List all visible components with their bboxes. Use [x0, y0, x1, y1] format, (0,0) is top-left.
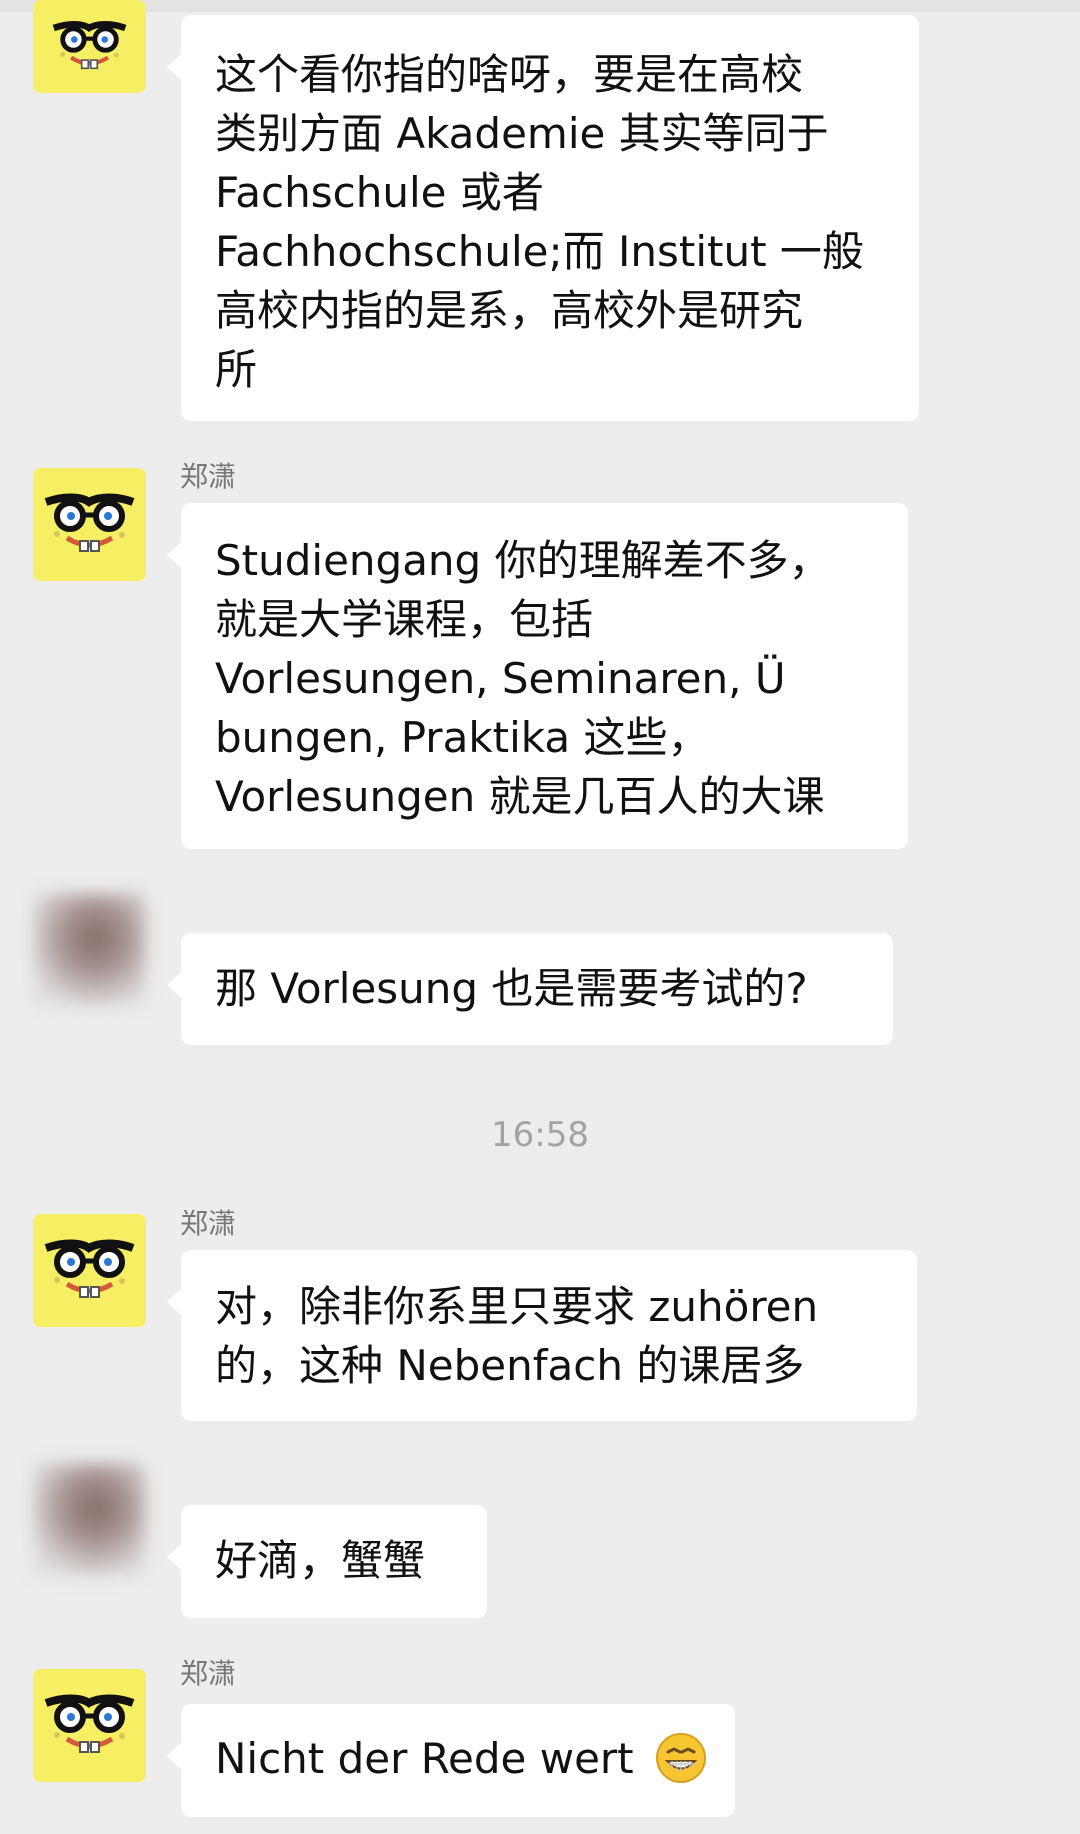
spongebob-avatar-icon[interactable]: [33, 1214, 146, 1327]
message-bubble[interactable]: 那 Vorlesung 也是需要考试的?: [167, 933, 893, 1045]
sender-name: 郑潇: [180, 1207, 237, 1240]
message-line: 对，除非你系里只要求 zuhören: [215, 1282, 819, 1331]
sender-name: 郑潇: [180, 460, 237, 493]
message-bubble[interactable]: 对，除非你系里只要求 zuhören 的，这种 Nebenfach 的课居多: [167, 1250, 917, 1421]
message-line: 所: [215, 345, 258, 394]
message-line: 好滴，蟹蟹: [215, 1536, 426, 1585]
message-bubble[interactable]: Studiengang 你的理解差不多， 就是大学课程，包括 Vorlesung…: [167, 503, 908, 849]
message-text: Nicht der Rede wert: [215, 1734, 634, 1783]
message-line: Vorlesungen, Seminaren, Ü: [215, 654, 786, 703]
message-line: 类别方面 Akademie 其实等同于: [215, 109, 829, 158]
blurred-user-avatar[interactable]: [33, 893, 146, 1006]
grinning-face-emoji: [655, 1732, 707, 1784]
message-line: Fachschule 或者: [215, 168, 544, 217]
message-line: 的，这种 Nebenfach 的课居多: [215, 1341, 805, 1390]
message-line: 高校内指的是系，高校外是研究: [215, 286, 804, 335]
message-bubble[interactable]: Nicht der Rede wert: [167, 1704, 735, 1817]
message-line: 这个看你指的啥呀，要是在高校: [215, 50, 804, 99]
message-bubble[interactable]: 这个看你指的啥呀，要是在高校 类别方面 Akademie 其实等同于 Fachs…: [167, 15, 919, 421]
message-line: Vorlesungen 就是几百人的大课: [215, 772, 825, 821]
spongebob-avatar-icon[interactable]: [33, 0, 146, 93]
top-edge: [0, 0, 1080, 12]
message-bubble[interactable]: 好滴，蟹蟹: [167, 1505, 487, 1618]
message-line: 就是大学课程，包括: [215, 595, 594, 644]
spongebob-avatar-icon[interactable]: [33, 1669, 146, 1782]
sender-name: 郑潇: [180, 1657, 237, 1690]
message-line: Studiengang 你的理解差不多，: [215, 536, 831, 585]
spongebob-avatar-icon[interactable]: [33, 468, 146, 581]
message-line: Nicht der Rede wert: [215, 1729, 707, 1788]
message-line: bungen, Praktika 这些，: [215, 713, 710, 762]
message-line: 那 Vorlesung 也是需要考试的?: [215, 964, 808, 1013]
timestamp: 16:58: [491, 1115, 589, 1155]
message-line: Fachhochschule;而 Institut 一般: [215, 227, 864, 276]
blurred-user-avatar[interactable]: [33, 1463, 146, 1576]
